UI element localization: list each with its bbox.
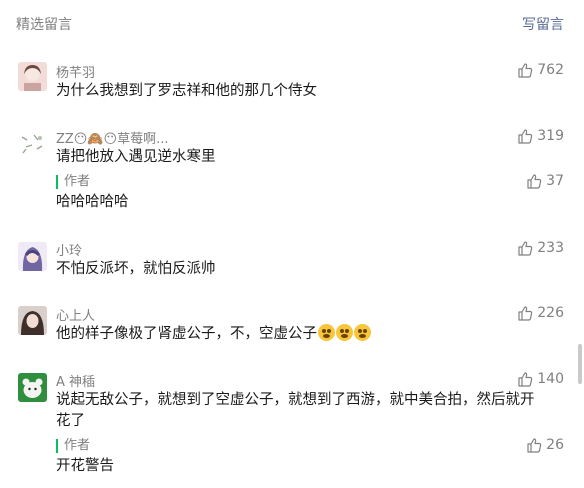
comment-text: 请把他放入遇见逆水寒里 [56, 149, 216, 165]
author-reply-label: 作者 [56, 175, 90, 189]
avatar[interactable] [18, 62, 47, 91]
thumb-up-icon [518, 306, 533, 321]
write-comment-button[interactable]: 写留言 [522, 14, 564, 34]
like-button[interactable]: 319 [517, 128, 564, 144]
comment-text-content: 他的样子像极了肾虚公子，不，空虚公子 [56, 326, 317, 342]
grin-emoji-icon [318, 324, 335, 341]
reply-like-button[interactable]: 26 [526, 437, 564, 453]
thumb-up-icon [527, 438, 542, 453]
comment-text: 说起无敌公子，就想到了空虚公子，就想到了西游，就中美合拍，然后就开 花了 [56, 390, 556, 432]
like-button[interactable]: 226 [517, 305, 564, 321]
thumb-up-icon [518, 63, 533, 78]
like-count: 140 [537, 371, 564, 387]
comments-header: 精选留言 写留言 [0, 0, 584, 44]
commenter-name: ZZ😶🙈😶草莓啊... [56, 132, 169, 147]
comment-text: 不怕反派坏，就怕反派帅 [56, 261, 216, 277]
avatar[interactable] [18, 129, 47, 158]
like-button[interactable]: 233 [517, 240, 564, 256]
like-count: 26 [546, 437, 564, 453]
thumb-up-icon [518, 241, 533, 256]
author-reply-label: 作者 [56, 439, 90, 453]
comment-text-line: 说起无敌公子，就想到了空虚公子，就想到了西游，就中美合拍，然后就开 [56, 392, 535, 408]
like-count: 37 [546, 173, 564, 189]
commenter-name: A 神䅤 [56, 375, 96, 390]
commenter-name: 心上人 [56, 309, 96, 324]
avatar[interactable] [18, 306, 47, 335]
grin-emoji-icon [354, 324, 371, 341]
avatar[interactable] [18, 373, 47, 402]
like-button[interactable]: 140 [517, 371, 564, 387]
reply-like-button[interactable]: 37 [526, 173, 564, 189]
like-button[interactable]: 762 [517, 62, 564, 78]
like-count: 762 [537, 62, 564, 78]
comment-text: 为什么我想到了罗志祥和他的那几个侍女 [56, 83, 317, 99]
section-title: 精选留言 [16, 17, 72, 33]
comment-text: 他的样子像极了肾虚公子，不，空虚公子 [56, 324, 556, 345]
author-reply-text: 哈哈哈哈哈 [56, 194, 129, 210]
commenter-name: 小玲 [56, 244, 83, 259]
comment-text-line: 花了 [56, 413, 85, 429]
like-count: 233 [537, 240, 564, 256]
grin-emoji-icon [336, 324, 353, 341]
avatar[interactable] [18, 242, 47, 271]
like-count: 319 [537, 128, 564, 144]
thumb-up-icon [518, 372, 533, 387]
like-count: 226 [537, 305, 564, 321]
commenter-name: 杨芊羽 [56, 66, 96, 81]
scrollbar[interactable] [578, 344, 582, 384]
thumb-up-icon [518, 129, 533, 144]
thumb-up-icon [527, 174, 542, 189]
author-reply-text: 开花警告 [56, 458, 114, 474]
